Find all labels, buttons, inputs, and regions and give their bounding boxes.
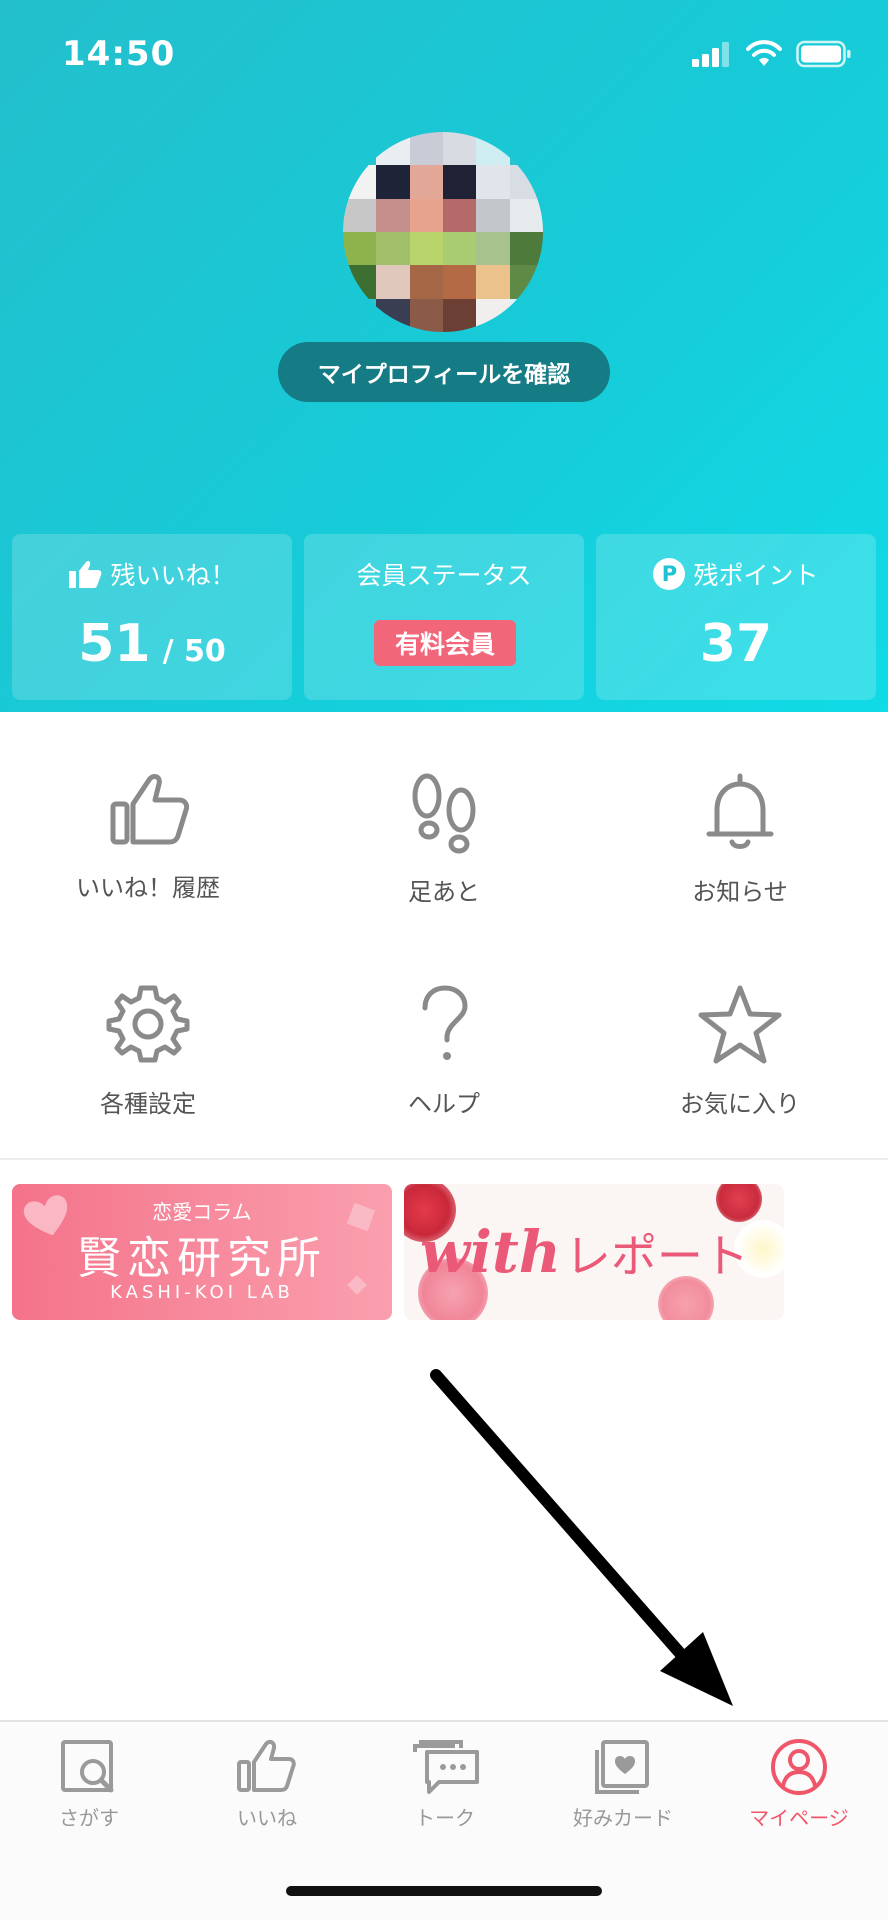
membership-status-card: 会員ステータス 有料会員 — [304, 534, 584, 700]
view-my-profile-button[interactable]: マイプロフィールを確認 — [278, 342, 610, 402]
avatar[interactable] — [343, 132, 543, 332]
menu-label: いいね！履歴 — [76, 874, 220, 902]
tab-label: 好みカード — [573, 1806, 673, 1830]
section-divider — [0, 1158, 888, 1160]
menu-like-history[interactable]: いいね！履歴 — [0, 726, 296, 936]
remaining-points-title-row: P 残ポイント — [596, 556, 876, 592]
thumbs-up-icon — [69, 561, 102, 588]
remaining-points-value-row: 37 — [596, 614, 876, 674]
menu-label: 足あと — [408, 878, 480, 906]
tab-preference-cards[interactable]: 好みカード — [534, 1738, 712, 1831]
menu-help[interactable]: ヘルプ — [296, 938, 592, 1148]
status-time: 14:50 — [62, 34, 176, 74]
remaining-likes-card: 残いいね！ 51 / 50 — [12, 534, 292, 700]
with-brand-text: with — [420, 1218, 561, 1286]
with-report-banner[interactable]: with レポート — [404, 1184, 784, 1320]
points-icon-letter: P — [661, 562, 678, 586]
star-icon — [698, 985, 782, 1064]
thumbs-up-icon — [237, 1739, 296, 1792]
with-report-title: with レポート — [420, 1218, 749, 1286]
profile-header: 14:50 マイプロフィールを確認 残いいね！ 51 / 50 会員ステータス … — [0, 0, 888, 712]
user-icon — [771, 1739, 827, 1795]
report-text: レポート — [564, 1229, 749, 1283]
tab-label: トーク — [415, 1806, 475, 1830]
search-icon — [61, 1740, 114, 1793]
menu-settings[interactable]: 各種設定 — [0, 938, 296, 1148]
chat-icon — [413, 1740, 479, 1794]
question-mark-icon — [422, 985, 468, 1060]
remaining-likes-value: 51 — [78, 614, 151, 674]
bell-icon — [706, 773, 774, 849]
status-bar: 14:50 — [0, 0, 888, 110]
tab-label: いいね — [237, 1806, 297, 1830]
membership-title-row: 会員ステータス — [304, 556, 584, 592]
signal-icon — [692, 42, 729, 67]
points-icon: P — [653, 558, 686, 590]
battery-icon — [796, 40, 851, 68]
tab-search[interactable]: さがす — [0, 1738, 178, 1831]
home-indicator — [286, 1886, 602, 1896]
status-icons — [692, 40, 852, 68]
tab-talk[interactable]: トーク — [356, 1738, 534, 1831]
tab-likes[interactable]: いいね — [178, 1738, 356, 1831]
remaining-points-label: 残ポイント — [693, 561, 819, 590]
remaining-likes-value-row: 51 / 50 — [12, 614, 292, 674]
kashikoi-small-label: 恋愛コラム — [152, 1200, 252, 1224]
menu-label: お気に入り — [680, 1090, 800, 1118]
avatar-image-pixelated — [343, 132, 543, 332]
mypage-screen: 14:50 マイプロフィールを確認 残いいね！ 51 / 50 会員ステータス … — [0, 0, 888, 1920]
tab-label: マイページ — [749, 1806, 849, 1830]
card-icon — [595, 1740, 649, 1794]
menu-label: ヘルプ — [408, 1090, 480, 1118]
footprints-icon — [412, 773, 476, 854]
kashikoi-lab-banner[interactable]: 恋愛コラム 賢恋研究所 KASHI-KOI LAB — [12, 1184, 392, 1320]
menu-label: お知らせ — [692, 878, 788, 906]
membership-status-label: 会員ステータス — [356, 561, 532, 590]
remaining-points-card: P 残ポイント 37 — [596, 534, 876, 700]
tab-label: さがす — [59, 1806, 119, 1830]
menu-label: 各種設定 — [100, 1090, 196, 1118]
menu-footprints[interactable]: 足あと — [296, 726, 592, 936]
remaining-likes-title-row: 残いいね！ — [12, 556, 292, 592]
kashikoi-title: 賢恋研究所 — [77, 1233, 327, 1284]
menu-favorites[interactable]: お気に入り — [592, 938, 888, 1148]
rose-decoration-icon — [716, 1184, 762, 1222]
tab-my-page[interactable]: マイページ — [710, 1738, 888, 1831]
wifi-icon — [746, 40, 782, 66]
remaining-likes-label: 残いいね！ — [110, 561, 236, 590]
membership-status-badge: 有料会員 — [374, 620, 516, 666]
kashikoi-roman-label: KASHI-KOI LAB — [110, 1282, 294, 1303]
menu-notifications[interactable]: お知らせ — [592, 726, 888, 936]
thumbs-up-icon — [110, 774, 190, 845]
remaining-likes-max: / 50 — [162, 634, 226, 669]
remaining-points-value: 37 — [699, 614, 773, 674]
gear-icon — [106, 985, 190, 1063]
